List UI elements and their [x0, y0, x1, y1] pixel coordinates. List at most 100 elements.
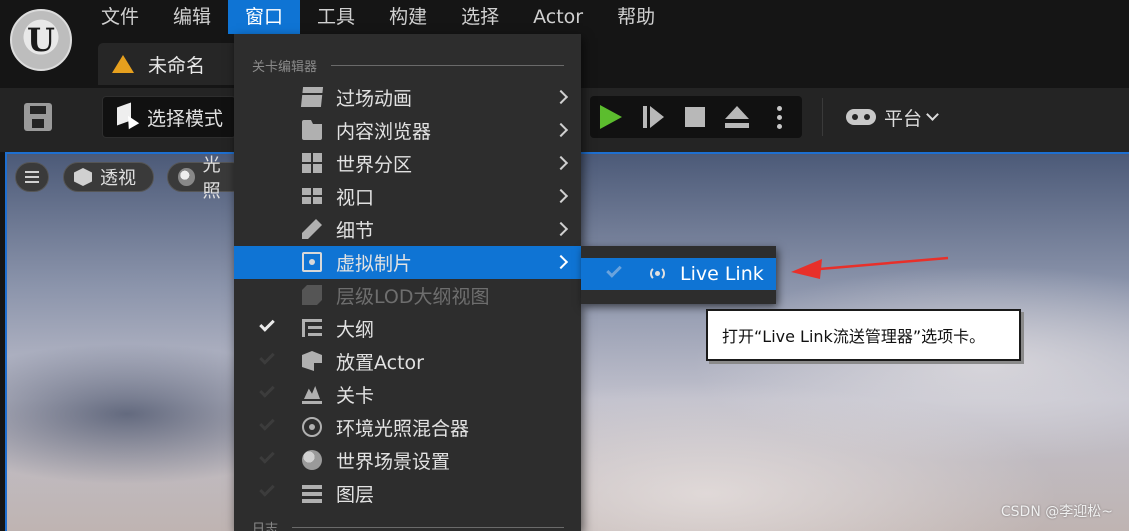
menu-item-label: 图层	[336, 484, 375, 506]
menu-item-label: 层级LOD大纲视图	[336, 286, 490, 308]
menu-bar: 文件 编辑 窗口 工具 构建 选择 Actor 帮助	[84, 0, 672, 34]
hlod-icon	[302, 285, 322, 305]
menu-build[interactable]: 构建	[372, 0, 444, 34]
menu-item-hlod-outliner[interactable]: 层级LOD大纲视图	[234, 279, 581, 312]
menu-item-details[interactable]: 细节	[234, 213, 581, 246]
menu-actor[interactable]: Actor	[516, 0, 600, 34]
section-divider	[292, 527, 564, 528]
checkmark-icon	[259, 415, 275, 431]
menu-item-label: 虚拟制片	[336, 253, 413, 275]
section-divider	[331, 65, 564, 66]
platform-label: 平台	[884, 107, 923, 130]
menu-item-label: 内容浏览器	[336, 121, 432, 143]
checkmark-icon	[259, 316, 275, 332]
document-tab[interactable]: 未命名	[98, 43, 238, 85]
checkmark-icon	[259, 382, 275, 398]
virtual-production-submenu: Live Link	[581, 246, 776, 304]
menu-item-place-actors[interactable]: 放置Actor	[234, 345, 581, 378]
menu-item-label: 环境光照混合器	[336, 418, 470, 440]
more-options-button[interactable]	[758, 96, 800, 138]
tooltip-text: 打开“Live Link流送管理器”选项卡。	[722, 327, 986, 346]
outliner-icon	[302, 318, 322, 338]
viewport-icon	[302, 186, 322, 206]
folder-icon	[302, 120, 322, 140]
menu-item-label: 世界场景设置	[336, 451, 451, 473]
grid-icon	[302, 153, 322, 173]
chevron-right-icon	[553, 89, 569, 105]
eject-button[interactable]	[716, 96, 758, 138]
menu-item-content-browser[interactable]: 内容浏览器	[234, 114, 581, 147]
skip-frame-icon	[642, 106, 664, 128]
checkmark-icon	[259, 349, 275, 365]
menu-item-label: 视口	[336, 187, 375, 209]
toolbar-divider	[822, 98, 823, 136]
stop-icon	[685, 107, 705, 127]
menu-help[interactable]: 帮助	[600, 0, 672, 34]
menu-tools[interactable]: 工具	[300, 0, 372, 34]
cube-icon	[74, 168, 92, 186]
chevron-right-icon	[553, 254, 569, 270]
section-title: 日志	[252, 522, 279, 531]
play-button[interactable]	[590, 96, 632, 138]
menu-edit[interactable]: 编辑	[156, 0, 228, 34]
platform-dropdown[interactable]: 平台	[846, 100, 939, 134]
menu-file[interactable]: 文件	[84, 0, 156, 34]
menu-item-label: 大纲	[336, 319, 375, 341]
checkmark-icon	[606, 262, 622, 278]
stop-button[interactable]	[674, 96, 716, 138]
menu-item-levels[interactable]: 关卡	[234, 378, 581, 411]
broadcast-icon	[647, 264, 667, 284]
lighting-mode-label: 光照	[202, 155, 221, 202]
play-icon	[600, 105, 622, 129]
menu-item-world-settings[interactable]: 世界场景设置	[234, 444, 581, 477]
perspective-button[interactable]: 透视	[63, 162, 154, 192]
menu-item-outliner[interactable]: 大纲	[234, 312, 581, 345]
menu-item-env-light-mixer[interactable]: 环境光照混合器	[234, 411, 581, 444]
select-mode-icon	[115, 105, 137, 129]
menu-window[interactable]: 窗口	[228, 0, 301, 34]
unreal-logo-glyph: U	[27, 21, 55, 59]
pencil-icon	[302, 219, 322, 239]
virtual-production-icon	[302, 252, 322, 272]
layers-icon	[302, 483, 322, 503]
menu-item-label: 关卡	[336, 385, 375, 407]
chevron-right-icon	[553, 221, 569, 237]
mode-select-button[interactable]: 选择模式	[102, 96, 236, 138]
menu-item-layers[interactable]: 图层	[234, 477, 581, 510]
place-actor-icon	[302, 351, 322, 371]
section-header-log: 日志	[252, 518, 564, 531]
level-icon	[302, 384, 322, 404]
section-title: 关卡编辑器	[252, 60, 318, 75]
chevron-right-icon	[553, 155, 569, 171]
window-menu-dropdown: 关卡编辑器 过场动画 内容浏览器 世界分区 视口 细节 虚拟制片 层级LOD大纲…	[234, 34, 581, 531]
viewport-options-button[interactable]	[15, 162, 49, 192]
checkmark-icon	[259, 448, 275, 464]
unreal-logo[interactable]: U	[10, 9, 72, 71]
section-header-level-editor: 关卡编辑器	[252, 56, 564, 75]
skip-frame-button[interactable]	[632, 96, 674, 138]
play-controls	[590, 96, 802, 138]
mode-select-label: 选择模式	[147, 107, 224, 130]
submenu-item-label: Live Link	[680, 263, 764, 285]
menu-item-label: 世界分区	[336, 154, 413, 176]
menu-item-label: 细节	[336, 220, 375, 242]
level-icon	[112, 55, 134, 73]
submenu-item-live-link[interactable]: Live Link	[581, 258, 776, 290]
tooltip: 打开“Live Link流送管理器”选项卡。	[706, 309, 1021, 361]
menu-select[interactable]: 选择	[444, 0, 516, 34]
watermark: CSDN @李迎松~	[1000, 504, 1113, 520]
menu-item-virtual-production[interactable]: 虚拟制片	[234, 246, 581, 279]
menu-item-label: 放置Actor	[336, 352, 424, 374]
document-tab-label: 未命名	[148, 54, 206, 77]
lit-sphere-icon	[178, 168, 195, 186]
chevron-right-icon	[553, 188, 569, 204]
save-icon[interactable]	[24, 103, 52, 131]
chevron-right-icon	[553, 122, 569, 138]
globe-icon	[302, 450, 322, 470]
menu-item-cinematics[interactable]: 过场动画	[234, 81, 581, 114]
clapboard-icon	[300, 87, 324, 107]
chevron-down-icon	[926, 108, 939, 121]
menu-item-viewports[interactable]: 视口	[234, 180, 581, 213]
perspective-label: 透视	[100, 168, 136, 189]
menu-item-world-partition[interactable]: 世界分区	[234, 147, 581, 180]
